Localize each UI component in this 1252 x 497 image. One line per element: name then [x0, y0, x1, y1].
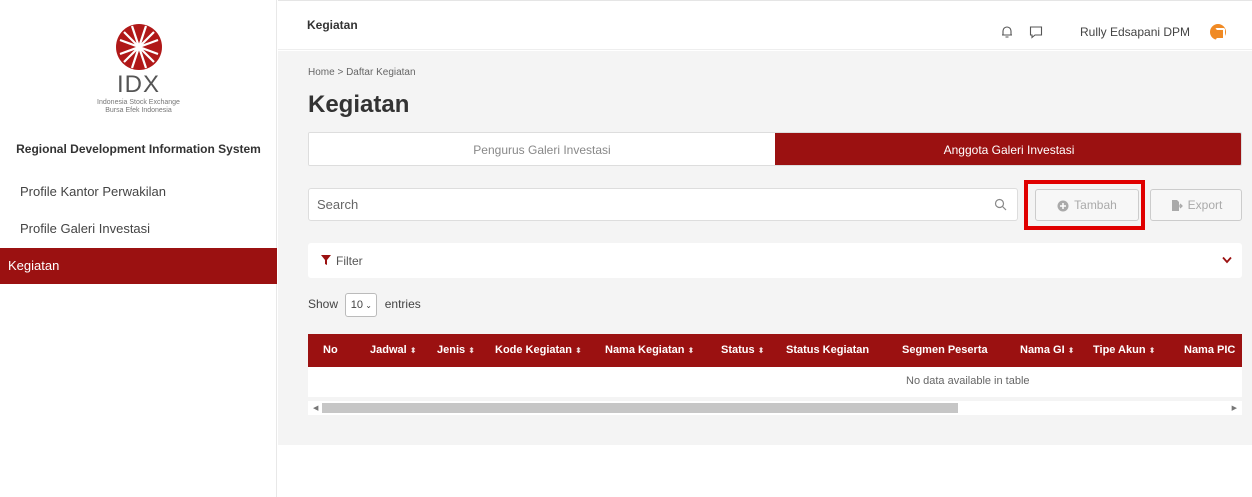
column-header-nama-kegiatan[interactable]: Nama Kegiatan ⬍	[605, 334, 694, 367]
filter-panel[interactable]: Filter	[308, 243, 1242, 278]
select-chevron-icon: ⌄	[363, 301, 372, 310]
sidebar-item-kegiatan[interactable]: Kegiatan	[0, 248, 277, 284]
chat-icon[interactable]	[1029, 25, 1043, 39]
filter-label: Filter	[336, 254, 363, 268]
sort-icon: ⬍	[757, 346, 765, 355]
column-header-kode-kegiatan[interactable]: Kode Kegiatan ⬍	[495, 334, 582, 367]
entries-label: entries	[384, 297, 421, 312]
table-empty-row: No data available in table	[308, 367, 1242, 397]
scroll-right-arrow-icon[interactable]: ▶	[1232, 404, 1237, 412]
entries-select[interactable]: 10 ⌄	[345, 293, 378, 317]
column-header-status-kegiatan[interactable]: Status Kegiatan	[786, 334, 869, 367]
scrollbar-thumb[interactable]	[322, 403, 958, 413]
sort-icon: ⬍	[575, 346, 582, 355]
column-header-tipe-akun[interactable]: Tipe Akun ⬍	[1093, 334, 1155, 367]
empty-table-message: No data available in table	[906, 375, 1030, 387]
scroll-left-arrow-icon[interactable]: ◀	[313, 404, 318, 412]
avatar[interactable]	[1210, 24, 1226, 40]
bell-icon[interactable]	[1000, 25, 1014, 39]
sidebar: IDX Indonesia Stock Exchange Bursa Efek …	[0, 0, 277, 497]
user-name[interactable]: Rully Edsapani DPM	[1080, 25, 1190, 39]
chevron-down-icon[interactable]	[1222, 256, 1232, 264]
filter-icon	[321, 255, 331, 265]
app-name: Regional Development Information System	[16, 142, 261, 156]
logo-subtitle: Indonesia Stock Exchange	[97, 99, 180, 106]
column-header-segmen-peserta[interactable]: Segmen Peserta	[902, 334, 988, 367]
tab-bar: Pengurus Galeri Investasi Anggota Galeri…	[308, 132, 1242, 166]
export-icon	[1171, 200, 1183, 212]
search-box	[308, 188, 1018, 221]
entries-value: 10	[350, 299, 364, 311]
data-table-header: No Jadwal ⬍ Jenis ⬍ Kode Kegiatan ⬍ Nama Ke…	[308, 334, 1242, 367]
column-header-jenis[interactable]: Jenis ⬍	[437, 334, 475, 367]
page-title: Kegiatan	[308, 91, 410, 118]
column-header-status[interactable]: Status ⬍	[721, 334, 764, 367]
sort-icon: ⬍	[468, 346, 475, 355]
column-header-nama-gi[interactable]: Nama GI ⬍	[1020, 334, 1074, 367]
sort-icon: ⬍	[1067, 346, 1075, 355]
search-icon[interactable]	[994, 198, 1007, 211]
topbar: Kegiatan Rully Edsapani DPM	[278, 0, 1252, 50]
highlight-box	[1024, 180, 1145, 230]
idx-logo: IDX Indonesia Stock Exchange Bursa Efek …	[0, 22, 277, 115]
topbar-title: Kegiatan	[307, 18, 358, 32]
export-button-label: Export	[1187, 198, 1223, 212]
column-header-jadwal[interactable]: Jadwal ⬍	[370, 334, 416, 367]
tab-anggota-galeri-investasi[interactable]: Anggota Galeri Investasi	[775, 133, 1241, 165]
horizontal-scrollbar[interactable]: ◀ ▶	[308, 401, 1242, 415]
sort-icon: ⬍	[687, 346, 695, 355]
export-button[interactable]: Export	[1150, 189, 1242, 221]
show-label: Show	[308, 297, 339, 312]
idx-logo-icon	[115, 24, 162, 70]
sort-icon: ⬍	[1148, 346, 1156, 355]
breadcrumb[interactable]: Home > Daftar Kegiatan	[308, 67, 416, 78]
sidebar-item-profile-galeri-investasi[interactable]: Profile Galeri Investasi	[0, 211, 277, 247]
entries-control: Show 10 ⌄ entries	[308, 293, 421, 317]
tab-pengurus-galeri-investasi[interactable]: Pengurus Galeri Investasi	[309, 133, 775, 165]
logo-wordmark: IDX	[116, 71, 160, 98]
column-header-no[interactable]: No	[323, 334, 338, 367]
sidebar-item-profile-kantor-perwakilan[interactable]: Profile Kantor Perwakilan	[0, 174, 277, 210]
column-header-nama-pic[interactable]: Nama PIC	[1184, 334, 1235, 367]
sort-icon: ⬍	[409, 346, 417, 355]
search-input[interactable]	[309, 189, 969, 220]
logo-subtitle-2: Bursa Efek Indonesia	[105, 107, 172, 114]
main-content: Home > Daftar Kegiatan Kegiatan Pengurus…	[278, 51, 1252, 445]
